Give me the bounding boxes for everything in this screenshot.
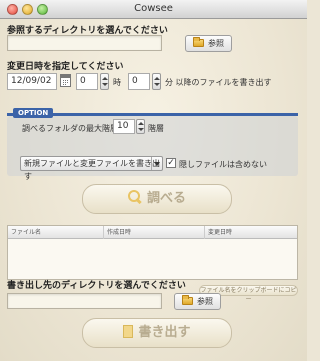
destination-directory-field[interactable] [7,293,162,309]
stepper-down-icon[interactable] [154,83,160,86]
chevron-down-icon[interactable] [151,157,162,170]
results-table-header: ファイル名 作成日時 変更日時 [8,226,297,239]
exclude-hidden-label: 隠しファイルは含めない [179,160,267,169]
export-button[interactable]: 書き出す [82,318,232,348]
destination-browse-label: 参照 [197,297,213,306]
source-browse-label: 参照 [208,39,224,48]
title-bar: Cowsee [0,0,307,19]
exclude-hidden-checkbox[interactable]: ✓ [166,158,176,168]
column-header-created[interactable]: 作成日時 [104,226,205,239]
hour-unit-label: 時 [113,78,121,87]
modified-date-label: 変更日時を指定してください [7,62,124,72]
search-button[interactable]: 調べる [82,184,232,214]
stepper-up-icon[interactable] [138,122,144,125]
depth-unit-label: 階層 [148,124,164,133]
minute-suffix-label: 分 以降のファイルを書き出す [165,78,272,87]
stepper-down-icon[interactable] [138,128,144,131]
stepper-up-icon[interactable] [154,77,160,80]
depth-input[interactable]: 10 [113,119,135,134]
hour-stepper[interactable] [100,73,109,90]
option-tag: OPTION [13,108,54,118]
export-mode-value: 新規ファイルと変更ファイルを書き出す [24,159,160,181]
date-input[interactable]: 12/09/02 [7,73,57,90]
column-header-filename[interactable]: ファイル名 [8,226,104,239]
destination-directory-label: 書き出し先のディレクトリを選んでください [7,281,186,291]
results-table[interactable]: ファイル名 作成日時 変更日時 [7,225,298,280]
minute-stepper[interactable] [152,73,161,90]
stepper-up-icon[interactable] [102,77,108,80]
main-panel: 参照するディレクトリを選んでください 参照 変更日時を指定してください 12/0… [0,19,307,361]
minute-input[interactable]: 0 [128,73,150,90]
export-mode-select[interactable]: 新規ファイルと変更ファイルを書き出す [20,156,163,181]
folder-icon [193,37,204,47]
search-button-label: 調べる [146,191,186,206]
document-icon [123,325,134,338]
stepper-down-icon[interactable] [102,83,108,86]
window-title: Cowsee [134,3,173,14]
source-browse-button[interactable]: 参照 [185,35,232,52]
search-icon [127,190,142,204]
hour-input[interactable]: 0 [76,73,98,90]
column-header-modified[interactable]: 変更日時 [205,226,297,239]
destination-browse-button[interactable]: 参照 [174,293,221,310]
calendar-icon[interactable] [60,74,71,87]
source-directory-field[interactable] [7,35,162,51]
depth-stepper[interactable] [136,119,145,134]
folder-icon [182,295,193,305]
export-button-label: 書き出す [138,325,191,340]
depth-label: 調べるフォルダの最大階層 [22,124,118,133]
